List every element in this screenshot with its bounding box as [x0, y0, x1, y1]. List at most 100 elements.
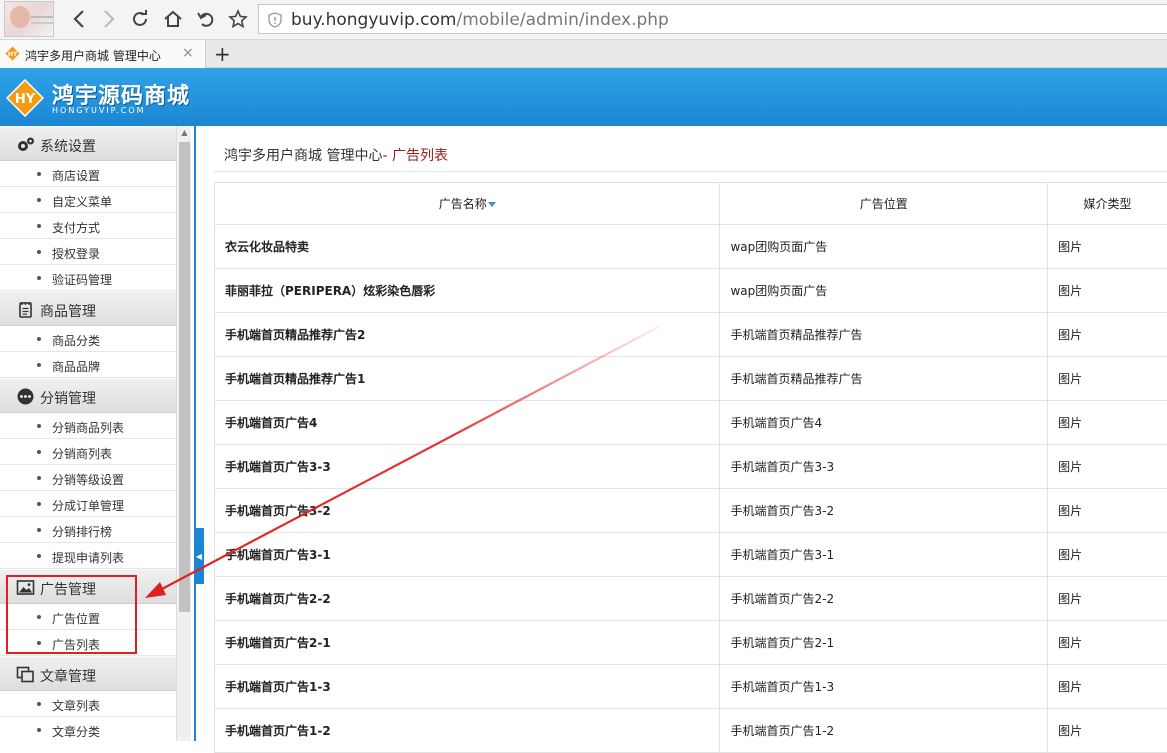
- sidebar-section-title: 商品管理: [40, 301, 96, 321]
- sidebar-item-label: 分销等级设置: [52, 471, 124, 488]
- cell-media-type: 图片: [1048, 357, 1167, 401]
- table-row[interactable]: 手机端首页广告4手机端首页广告4图片: [215, 401, 1167, 445]
- chevron-left-icon: [72, 9, 86, 29]
- bullet: [37, 224, 41, 228]
- sidebar-item-label: 分销商列表: [52, 445, 112, 462]
- reload-button[interactable]: [127, 6, 153, 32]
- sidebar-item-dist-ranking[interactable]: 分销排行榜: [0, 517, 176, 543]
- sidebar-item-captcha[interactable]: 验证码管理: [0, 265, 176, 291]
- sidebar-section-system[interactable]: 系统设置: [0, 126, 176, 161]
- sidebar-item-label: 商店设置: [52, 167, 100, 184]
- sidebar-scrollbar[interactable]: ▲: [176, 126, 191, 741]
- sidebar-item-label: 授权登录: [52, 245, 100, 262]
- table-row[interactable]: 手机端首页广告3-1手机端首页广告3-1图片: [215, 533, 1167, 577]
- bullet: [37, 476, 41, 480]
- table-row[interactable]: 手机端首页广告1-2手机端首页广告1-2图片: [215, 709, 1167, 753]
- bullet: [37, 641, 41, 645]
- cell-ad-name: 手机端首页广告3-3: [215, 445, 720, 489]
- table-row[interactable]: 手机端首页广告3-2手机端首页广告3-2图片: [215, 489, 1167, 533]
- column-header-label: 广告位置: [860, 197, 908, 211]
- home-icon: [163, 9, 183, 29]
- divider: [214, 171, 1167, 172]
- browser-toolbar: buy.hongyuvip.com/mobile/admin/index.php: [0, 0, 1167, 40]
- scroll-up-arrow-icon[interactable]: ▲: [177, 128, 192, 140]
- column-header-ad-name[interactable]: 广告名称: [215, 183, 720, 225]
- chevron-right-icon: [102, 9, 116, 29]
- sidebar-item-dist-goods-list[interactable]: 分销商品列表: [0, 413, 176, 439]
- cell-ad-position: 手机端首页广告1-3: [720, 665, 1048, 709]
- sidebar-item-commission-orders[interactable]: 分成订单管理: [0, 491, 176, 517]
- cell-ad-position: 手机端首页广告3-3: [720, 445, 1048, 489]
- svg-text:HY: HY: [8, 51, 18, 58]
- sidebar-item-label: 分成订单管理: [52, 497, 124, 514]
- sidebar-item-ad-position[interactable]: 广告位置: [0, 604, 176, 630]
- cell-media-type: 图片: [1048, 313, 1167, 357]
- table-row[interactable]: 菲丽菲拉（PERIPERA）炫彩染色唇彩wap团购页面广告图片: [215, 269, 1167, 313]
- sidebar-item-payment[interactable]: 支付方式: [0, 213, 176, 239]
- bookmark-button[interactable]: [225, 6, 251, 32]
- address-bar[interactable]: buy.hongyuvip.com/mobile/admin/index.php: [258, 4, 1167, 34]
- cell-ad-position: 手机端首页广告3-2: [720, 489, 1048, 533]
- forward-button[interactable]: [96, 6, 122, 32]
- table-row[interactable]: 手机端首页广告3-3手机端首页广告3-3图片: [215, 445, 1167, 489]
- tab-title: 鸿宇多用户商城 管理中心: [25, 47, 161, 64]
- sidebar-item-withdraw-requests[interactable]: 提现申请列表: [0, 543, 176, 569]
- scrollbar-thumb[interactable]: [179, 142, 190, 612]
- table-row[interactable]: 手机端首页广告2-2手机端首页广告2-2图片: [215, 577, 1167, 621]
- breadcrumb-root[interactable]: 鸿宇多用户商城 管理中心: [224, 148, 382, 164]
- cell-ad-name: 手机端首页精品推荐广告1: [215, 357, 720, 401]
- profile-thumbnail[interactable]: [4, 1, 54, 37]
- sidebar-item-oauth-login[interactable]: 授权登录: [0, 239, 176, 265]
- sidebar-section-distribution[interactable]: 分销管理: [0, 378, 176, 413]
- column-header-label: 媒介类型: [1084, 197, 1132, 211]
- bullet: [37, 554, 41, 558]
- sidebar-item-goods-category[interactable]: 商品分类: [0, 326, 176, 352]
- sidebar-item-goods-brand[interactable]: 商品品牌: [0, 352, 176, 378]
- table-row[interactable]: 衣云化妆品特卖wap团购页面广告图片: [215, 225, 1167, 269]
- logo-badge-text: HY: [15, 92, 36, 107]
- bullet: [37, 337, 41, 341]
- table-row[interactable]: 手机端首页精品推荐广告2手机端首页精品推荐广告图片: [215, 313, 1167, 357]
- bullet: [37, 528, 41, 532]
- sidebar-item-custom-menu[interactable]: 自定义菜单: [0, 187, 176, 213]
- sidebar-section-articles[interactable]: 文章管理: [0, 656, 176, 691]
- cell-ad-name: 手机端首页广告3-1: [215, 533, 720, 577]
- column-header-ad-position[interactable]: 广告位置: [720, 183, 1048, 225]
- cell-ad-name: 手机端首页广告2-1: [215, 621, 720, 665]
- sidebar-section-goods[interactable]: 商品管理: [0, 291, 176, 326]
- table-row[interactable]: 手机端首页广告1-3手机端首页广告1-3图片: [215, 665, 1167, 709]
- sidebar-collapse-handle[interactable]: ◀: [194, 528, 204, 584]
- table-row[interactable]: 手机端首页精品推荐广告1手机端首页精品推荐广告图片: [215, 357, 1167, 401]
- table-row[interactable]: 手机端首页广告2-1手机端首页广告2-1图片: [215, 621, 1167, 665]
- app-header: HY 鸿宇源码商城 HONGYUVIP.COM: [0, 68, 1167, 126]
- tab-close-button[interactable]: ×: [182, 45, 194, 61]
- sidebar-item-shop-settings[interactable]: 商店设置: [0, 161, 176, 187]
- cell-ad-name: 手机端首页广告2-2: [215, 577, 720, 621]
- sidebar-item-article-category[interactable]: 文章分类: [0, 717, 176, 741]
- sidebar-item-distributor-list[interactable]: 分销商列表: [0, 439, 176, 465]
- sidebar-section-ads[interactable]: 广告管理: [0, 569, 176, 604]
- sidebar-item-label: 广告位置: [52, 610, 100, 627]
- sidebar-section-title: 文章管理: [40, 666, 96, 686]
- undo-close-button[interactable]: [193, 6, 219, 32]
- home-button[interactable]: [160, 6, 186, 32]
- sidebar-item-label: 验证码管理: [52, 271, 112, 288]
- sidebar-item-label: 分销排行榜: [52, 523, 112, 540]
- back-button[interactable]: [66, 6, 92, 32]
- favicon-icon: HY: [5, 46, 20, 61]
- new-tab-button[interactable]: +: [214, 42, 231, 66]
- bullet: [37, 702, 41, 706]
- column-header-media-type[interactable]: 媒介类型: [1048, 183, 1167, 225]
- bullet: [37, 728, 41, 732]
- sidebar-item-ad-list[interactable]: 广告列表: [0, 630, 176, 656]
- sidebar-item-article-list[interactable]: 文章列表: [0, 691, 176, 717]
- content-divider: [194, 126, 196, 741]
- table-body: 衣云化妆品特卖wap团购页面广告图片 菲丽菲拉（PERIPERA）炫彩染色唇彩w…: [215, 225, 1167, 753]
- triangle-left-icon: ◀: [196, 552, 202, 561]
- cell-ad-name: 手机端首页精品推荐广告2: [215, 313, 720, 357]
- tab-admin[interactable]: HY 鸿宇多用户商城 管理中心 ×: [0, 40, 206, 68]
- bullet: [37, 198, 41, 202]
- sidebar-section-title: 广告管理: [40, 579, 96, 599]
- logo[interactable]: HY 鸿宇源码商城 HONGYUVIP.COM: [4, 76, 184, 118]
- sidebar-item-dist-level[interactable]: 分销等级设置: [0, 465, 176, 491]
